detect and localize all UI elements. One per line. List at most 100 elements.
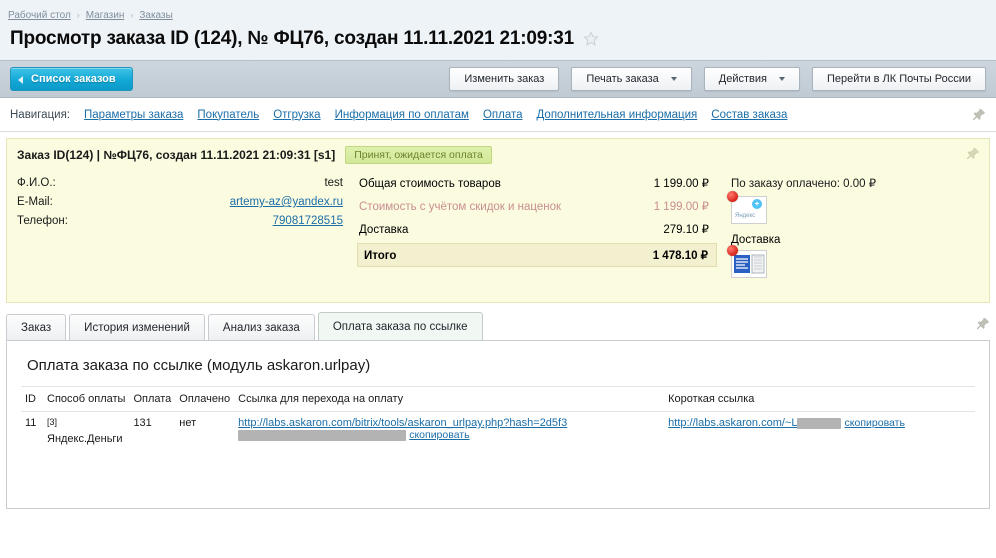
delivery-tile-wrap (731, 250, 769, 278)
cell-paid: нет (175, 412, 234, 450)
page-header: Рабочий стол › Магазин › Заказы Просмотр… (0, 0, 996, 60)
column-header-payment: Оплата (129, 387, 175, 412)
actions-label: Действия (719, 73, 767, 85)
nav-link-additional-info[interactable]: Дополнительная информация (537, 109, 698, 121)
nav-link-buyer[interactable]: Покупатель (197, 109, 259, 121)
column-header-short-link: Короткая ссылка (664, 387, 975, 412)
pin-icon[interactable] (976, 317, 990, 331)
breadcrumb-item-orders[interactable]: Заказы (139, 10, 172, 21)
urlpay-table: ID Способ оплаты Оплата Оплачено Ссылка … (21, 386, 975, 450)
urlpay-table-body: 11 [3] Яндекс.Деньги 131 нет http://labs… (21, 412, 975, 450)
tab-bar: Заказ История изменений Анализ заказа Оп… (6, 313, 990, 341)
buyer-field-fio: Ф.И.О.: test (17, 177, 357, 189)
print-order-button[interactable]: Печать заказа (571, 67, 691, 91)
nav-link-shipment[interactable]: Отгрузка (273, 109, 320, 121)
payment-system-tile-wrap: Яндекс (731, 196, 769, 224)
chevron-down-icon (671, 77, 677, 81)
column-header-link: Ссылка для перехода на оплату (234, 387, 664, 412)
toolbar-actions: Изменить заказ Печать заказа Действия Пе… (449, 67, 986, 91)
title-row: Просмотр заказа ID (124), № ФЦ76, создан… (0, 22, 996, 60)
orders-list-button[interactable]: Список заказов (10, 67, 133, 91)
tab-order-analysis-label: Анализ заказа (223, 322, 300, 334)
navigation-row: Навигация: Параметры заказа Покупатель О… (0, 98, 996, 132)
print-order-label: Печать заказа (586, 73, 658, 85)
status-badge: Принят, ожидается оплата (345, 146, 492, 164)
totals-row-delivery: Доставка 279.10 ₽ (357, 220, 717, 238)
totals-row-discounts: Стоимость с учётом скидок и наценок 1 19… (357, 197, 717, 215)
buyer-field-email: E-Mail: artemy-az@yandex.ru (17, 196, 357, 208)
table-row: 11 [3] Яндекс.Деньги 131 нет http://labs… (21, 412, 975, 450)
breadcrumb: Рабочий стол › Магазин › Заказы (0, 6, 996, 22)
totals-grand-label: Итого (364, 250, 653, 262)
delivery-label: Доставка (731, 234, 979, 246)
pin-icon[interactable] (972, 108, 986, 122)
svg-text:Яндекс: Яндекс (735, 213, 755, 219)
cell-id: 11 (21, 412, 43, 450)
buyer-phone-value: 79081728515 (109, 215, 357, 227)
nav-link-payment-info[interactable]: Информация по оплатам (335, 109, 469, 121)
urlpay-panel: Оплата заказа по ссылке (модуль askaron.… (6, 341, 990, 509)
nav-link-order-contents[interactable]: Состав заказа (711, 109, 787, 121)
tab-change-history[interactable]: История изменений (69, 314, 205, 340)
totals-grand-value: 1 478.10 ₽ (653, 248, 708, 262)
russian-post-label: Перейти в ЛК Почты России (827, 73, 971, 85)
breadcrumb-item-desktop[interactable]: Рабочий стол (8, 10, 71, 21)
breadcrumb-item-shop[interactable]: Магазин (86, 10, 125, 21)
buyer-phone-link[interactable]: 79081728515 (273, 215, 343, 227)
payment-delivery-column: По заказу оплачено: 0.00 ₽ Яндекс Достав… (717, 174, 979, 288)
buyer-details: Ф.И.О.: test E-Mail: artemy-az@yandex.ru… (17, 174, 357, 288)
totals-delivery-label: Доставка (359, 224, 663, 236)
column-header-method: Способ оплаты (43, 387, 129, 412)
edit-order-button[interactable]: Изменить заказ (449, 67, 559, 91)
column-header-paid: Оплачено (175, 387, 234, 412)
order-card-header: Заказ ID(124) | №ФЦ76, создан 11.11.2021… (7, 139, 989, 168)
totals-row-goods: Общая стоимость товаров 1 199.00 ₽ (357, 174, 717, 192)
method-index: [3] (47, 417, 57, 427)
page-title: Просмотр заказа ID (124), № ФЦ76, создан… (10, 28, 574, 50)
panel-title: Оплата заказа по ссылке (модуль askaron.… (21, 353, 975, 386)
totals-goods-value: 1 199.00 ₽ (654, 176, 709, 190)
buyer-field-phone: Телефон: 79081728515 (17, 215, 357, 227)
delivery-icon (732, 251, 766, 277)
buyer-email-value: artemy-az@yandex.ru (109, 196, 357, 208)
edit-order-label: Изменить заказ (464, 73, 544, 85)
method-name: Яндекс.Деньги (47, 433, 123, 445)
payment-link[interactable]: http://labs.askaron.com/bitrix/tools/ask… (238, 417, 567, 429)
buyer-fio-label: Ф.И.О.: (17, 177, 109, 189)
column-header-id: ID (21, 387, 43, 412)
toolbar: Список заказов Изменить заказ Печать зак… (0, 60, 996, 98)
orders-list-label: Список заказов (31, 73, 116, 85)
tab-order-label: Заказ (21, 322, 51, 334)
buyer-email-label: E-Mail: (17, 196, 109, 208)
order-card-body: Ф.И.О.: test E-Mail: artemy-az@yandex.ru… (7, 168, 989, 302)
redacted-hash (238, 430, 406, 441)
tab-pay-by-link[interactable]: Оплата заказа по ссылке (318, 312, 483, 340)
breadcrumb-separator-icon: › (130, 10, 133, 20)
buyer-email-link[interactable]: artemy-az@yandex.ru (230, 196, 343, 208)
copy-short-link[interactable]: скопировать (845, 417, 905, 429)
totals-row-grand: Итого 1 478.10 ₽ (357, 243, 717, 267)
tab-order-analysis[interactable]: Анализ заказа (208, 314, 315, 340)
cell-payment-link: http://labs.askaron.com/bitrix/tools/ask… (234, 412, 664, 450)
pin-icon[interactable] (966, 147, 980, 161)
short-link[interactable]: http://labs.askaron.com/~L (668, 417, 797, 429)
tab-change-history-label: История изменений (84, 322, 190, 334)
chevron-down-icon (779, 77, 785, 81)
alert-dot-icon (727, 245, 738, 256)
navigation-label: Навигация: (10, 109, 70, 121)
star-icon[interactable] (582, 30, 600, 48)
cell-short-link: http://labs.askaron.com/~L скопировать (664, 412, 975, 450)
totals-discounts-value: 1 199.00 ₽ (654, 199, 709, 213)
cell-payment: 131 (129, 412, 175, 450)
nav-link-order-params[interactable]: Параметры заказа (84, 109, 183, 121)
copy-payment-link[interactable]: скопировать (409, 429, 469, 441)
nav-link-payment[interactable]: Оплата (483, 109, 523, 121)
order-totals: Общая стоимость товаров 1 199.00 ₽ Стоим… (357, 174, 717, 288)
actions-button[interactable]: Действия (704, 67, 800, 91)
totals-discounts-label: Стоимость с учётом скидок и наценок (359, 201, 654, 213)
buyer-phone-label: Телефон: (17, 215, 109, 227)
yandex-money-icon: Яндекс (732, 197, 766, 223)
tab-order[interactable]: Заказ (6, 314, 66, 340)
russian-post-button[interactable]: Перейти в ЛК Почты России (812, 67, 986, 91)
cell-method: [3] Яндекс.Деньги (43, 412, 129, 450)
